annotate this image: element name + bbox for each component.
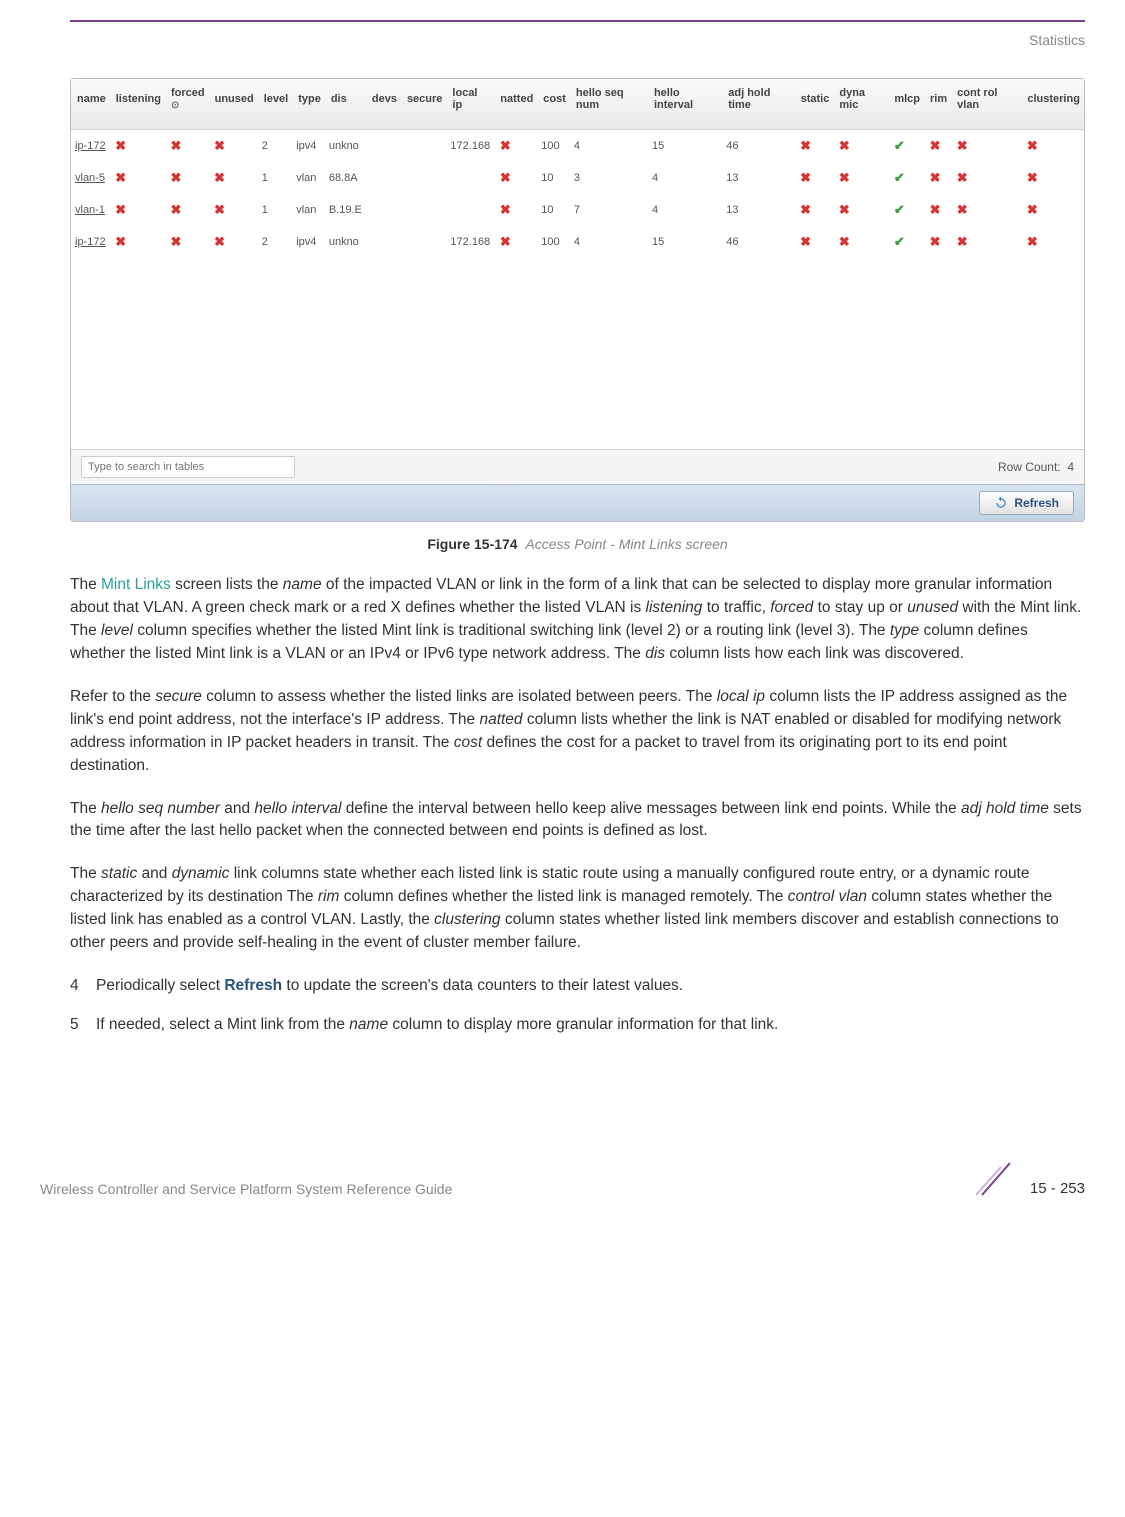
table-row[interactable]: ip-172✖✖✖2ipv4unkno172.168✖10041546✖✖✔✖✖… bbox=[71, 226, 1084, 258]
footer-decoration-icon bbox=[976, 1157, 1016, 1197]
paragraph-3: The hello seq number and hello interval … bbox=[70, 798, 1085, 844]
x-icon: ✖ bbox=[837, 138, 851, 154]
row-count: Row Count: 4 bbox=[998, 460, 1074, 474]
x-icon: ✖ bbox=[213, 202, 227, 218]
x-icon: ✖ bbox=[799, 202, 813, 218]
name-link[interactable]: ip-172 bbox=[71, 130, 110, 163]
col-control-vlan[interactable]: cont rol vlan bbox=[951, 79, 1021, 130]
x-icon: ✖ bbox=[169, 202, 183, 218]
page-number: 15 - 253 bbox=[1030, 1180, 1085, 1197]
name-link[interactable]: ip-172 bbox=[71, 226, 110, 258]
col-rim[interactable]: rim bbox=[924, 79, 951, 130]
x-icon: ✖ bbox=[498, 138, 512, 154]
check-icon: ✔ bbox=[892, 202, 906, 218]
mint-links-table: name listening forced⊙ unused level type… bbox=[71, 79, 1084, 258]
figure-caption: Figure 15-174 Access Point - Mint Links … bbox=[70, 536, 1085, 552]
col-devs[interactable]: devs bbox=[366, 79, 401, 130]
x-icon: ✖ bbox=[1025, 234, 1039, 250]
sort-indicator-icon: ⊙ bbox=[171, 100, 179, 111]
name-link[interactable]: vlan-5 bbox=[71, 162, 110, 194]
x-icon: ✖ bbox=[213, 170, 227, 186]
col-hello-interval[interactable]: hello interval bbox=[648, 79, 722, 130]
col-level[interactable]: level bbox=[258, 79, 292, 130]
col-listening[interactable]: listening bbox=[110, 79, 165, 130]
col-secure[interactable]: secure bbox=[401, 79, 446, 130]
col-local-ip[interactable]: local ip bbox=[446, 79, 494, 130]
x-icon: ✖ bbox=[1025, 138, 1039, 154]
step-5: 5 If needed, select a Mint link from the… bbox=[70, 1014, 1085, 1037]
check-icon: ✔ bbox=[892, 234, 906, 250]
x-icon: ✖ bbox=[928, 138, 942, 154]
x-icon: ✖ bbox=[114, 170, 128, 186]
name-link[interactable]: vlan-1 bbox=[71, 194, 110, 226]
x-icon: ✖ bbox=[169, 138, 183, 154]
col-adj-hold-time[interactable]: adj hold time bbox=[722, 79, 794, 130]
x-icon: ✖ bbox=[955, 170, 969, 186]
table-row[interactable]: vlan-1✖✖✖1vlanB.19.E✖107413✖✖✔✖✖✖ bbox=[71, 194, 1084, 226]
x-icon: ✖ bbox=[837, 202, 851, 218]
col-forced[interactable]: forced⊙ bbox=[165, 79, 209, 130]
x-icon: ✖ bbox=[169, 170, 183, 186]
col-mlcp[interactable]: mlcp bbox=[888, 79, 924, 130]
x-icon: ✖ bbox=[837, 234, 851, 250]
page-footer: Wireless Controller and Service Platform… bbox=[40, 1157, 1085, 1197]
col-type[interactable]: type bbox=[292, 79, 325, 130]
col-clustering[interactable]: clustering bbox=[1021, 79, 1084, 130]
footer-title: Wireless Controller and Service Platform… bbox=[40, 1181, 452, 1197]
check-icon: ✔ bbox=[892, 138, 906, 154]
x-icon: ✖ bbox=[955, 138, 969, 154]
col-dis[interactable]: dis bbox=[325, 79, 366, 130]
col-natted[interactable]: natted bbox=[494, 79, 537, 130]
x-icon: ✖ bbox=[955, 202, 969, 218]
x-icon: ✖ bbox=[955, 234, 969, 250]
x-icon: ✖ bbox=[799, 170, 813, 186]
x-icon: ✖ bbox=[928, 234, 942, 250]
col-static[interactable]: static bbox=[795, 79, 834, 130]
col-unused[interactable]: unused bbox=[209, 79, 258, 130]
x-icon: ✖ bbox=[498, 202, 512, 218]
table-row[interactable]: vlan-5✖✖✖1vlan68.8A✖103413✖✖✔✖✖✖ bbox=[71, 162, 1084, 194]
x-icon: ✖ bbox=[1025, 202, 1039, 218]
refresh-icon bbox=[994, 496, 1008, 510]
x-icon: ✖ bbox=[799, 234, 813, 250]
x-icon: ✖ bbox=[498, 170, 512, 186]
x-icon: ✖ bbox=[928, 170, 942, 186]
paragraph-4: The static and dynamic link columns stat… bbox=[70, 863, 1085, 955]
col-name[interactable]: name bbox=[71, 79, 110, 130]
x-icon: ✖ bbox=[169, 234, 183, 250]
x-icon: ✖ bbox=[213, 138, 227, 154]
table-header-row: name listening forced⊙ unused level type… bbox=[71, 79, 1084, 130]
x-icon: ✖ bbox=[498, 234, 512, 250]
paragraph-2: Refer to the secure column to assess whe… bbox=[70, 686, 1085, 778]
search-input[interactable] bbox=[81, 456, 295, 478]
x-icon: ✖ bbox=[114, 202, 128, 218]
x-icon: ✖ bbox=[799, 138, 813, 154]
x-icon: ✖ bbox=[1025, 170, 1039, 186]
mint-links-screenshot: name listening forced⊙ unused level type… bbox=[70, 78, 1085, 522]
table-row[interactable]: ip-172✖✖✖2ipv4unkno172.168✖10041546✖✖✔✖✖… bbox=[71, 130, 1084, 163]
x-icon: ✖ bbox=[837, 170, 851, 186]
section-header: Statistics bbox=[70, 28, 1085, 48]
x-icon: ✖ bbox=[114, 138, 128, 154]
paragraph-1: The Mint Links screen lists the name of … bbox=[70, 574, 1085, 666]
col-cost[interactable]: cost bbox=[537, 79, 570, 130]
check-icon: ✔ bbox=[892, 170, 906, 186]
col-hello-seq-num[interactable]: hello seq num bbox=[570, 79, 648, 130]
step-4: 4 Periodically select Refresh to update … bbox=[70, 975, 1085, 998]
refresh-button[interactable]: Refresh bbox=[979, 491, 1074, 515]
x-icon: ✖ bbox=[114, 234, 128, 250]
x-icon: ✖ bbox=[213, 234, 227, 250]
x-icon: ✖ bbox=[928, 202, 942, 218]
col-dynamic[interactable]: dyna mic bbox=[833, 79, 888, 130]
